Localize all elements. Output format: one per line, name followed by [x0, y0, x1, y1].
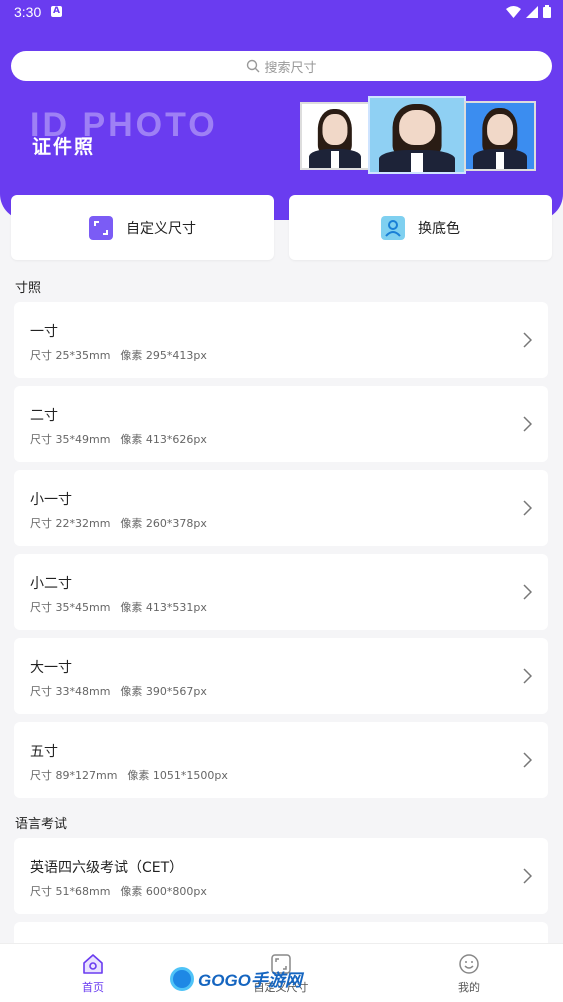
size-item-name: 二寸: [30, 408, 58, 424]
notification-icon: A: [51, 6, 62, 17]
sample-photo-lightblue: [368, 96, 466, 174]
portrait-icon: [381, 215, 405, 240]
chevron-right-icon: [523, 668, 532, 684]
tab-home[interactable]: 首页: [48, 953, 138, 995]
watermark-logo-icon: [170, 966, 194, 991]
size-item-spec: 尺寸 35*45mm 像素 413*531px: [30, 601, 207, 614]
chevron-right-icon: [523, 500, 532, 516]
size-item[interactable]: 一寸 尺寸 25*35mm 像素 295*413px: [14, 302, 548, 378]
size-item-name: 小二寸: [30, 576, 72, 592]
size-item[interactable]: 大一寸 尺寸 33*48mm 像素 390*567px: [14, 638, 548, 714]
size-item[interactable]: 小一寸 尺寸 22*32mm 像素 260*378px: [14, 470, 548, 546]
size-item-spec: 尺寸 22*32mm 像素 260*378px: [30, 517, 207, 530]
sample-photo-white: [300, 102, 370, 170]
tab-profile[interactable]: 我的: [424, 953, 514, 995]
size-item[interactable]: 英语四六级考试（CET） 尺寸 51*68mm 像素 600*800px: [14, 838, 548, 914]
chevron-right-icon: [523, 584, 532, 600]
size-item[interactable]: 二寸 尺寸 35*49mm 像素 413*626px: [14, 386, 548, 462]
wifi-icon: [506, 5, 521, 18]
size-item-spec: 尺寸 51*68mm 像素 600*800px: [30, 885, 207, 898]
status-icons: [506, 5, 551, 18]
section-title-size-photos: 寸照: [15, 281, 42, 296]
size-item-name: 小一寸: [30, 492, 72, 508]
search-icon: [247, 59, 260, 73]
custom-size-label: 自定义尺寸: [126, 220, 196, 237]
chevron-right-icon: [523, 416, 532, 432]
tab-home-label: 首页: [82, 981, 104, 994]
change-background-label: 换底色: [418, 220, 460, 237]
id-photo-banner[interactable]: ID PHOTO 证件照: [30, 96, 540, 178]
smiley-icon: [459, 954, 479, 974]
battery-icon: [543, 5, 551, 18]
home-icon: [83, 954, 103, 974]
size-item-spec: 尺寸 35*49mm 像素 413*626px: [30, 433, 207, 446]
search-bar[interactable]: 搜索尺寸: [11, 51, 552, 81]
banner-title-cn: 证件照: [32, 136, 96, 158]
size-item[interactable]: 小二寸 尺寸 35*45mm 像素 413*531px: [14, 554, 548, 630]
status-time: 3:30: [14, 4, 42, 20]
size-item-name: 大一寸: [30, 660, 72, 676]
change-background-button[interactable]: 换底色: [289, 195, 552, 260]
size-item-name: 五寸: [30, 744, 58, 760]
search-placeholder: 搜索尺寸: [264, 60, 317, 76]
size-item-name: 一寸: [30, 324, 58, 340]
signal-icon: [526, 5, 538, 18]
size-item-spec: 尺寸 33*48mm 像素 390*567px: [30, 685, 207, 698]
section-title-language-exams: 语言考试: [15, 817, 68, 832]
tab-profile-label: 我的: [458, 981, 480, 994]
size-item-spec: 尺寸 89*127mm 像素 1051*1500px: [30, 769, 228, 782]
chevron-right-icon: [523, 868, 532, 884]
size-item-spec: 尺寸 25*35mm 像素 295*413px: [30, 349, 207, 362]
size-item[interactable]: 五寸 尺寸 89*127mm 像素 1051*1500px: [14, 722, 548, 798]
sample-photo-blue: [464, 101, 536, 171]
crop-frame-icon: [89, 215, 113, 240]
watermark-logo: GOGO手游网: [170, 966, 302, 991]
watermark-text: GOGO手游网: [198, 971, 302, 990]
status-bar: 3:30 A: [0, 0, 563, 26]
size-item-name: 英语四六级考试（CET）: [30, 860, 184, 876]
chevron-right-icon: [523, 752, 532, 768]
custom-size-button[interactable]: 自定义尺寸: [11, 195, 274, 260]
chevron-right-icon: [523, 332, 532, 348]
